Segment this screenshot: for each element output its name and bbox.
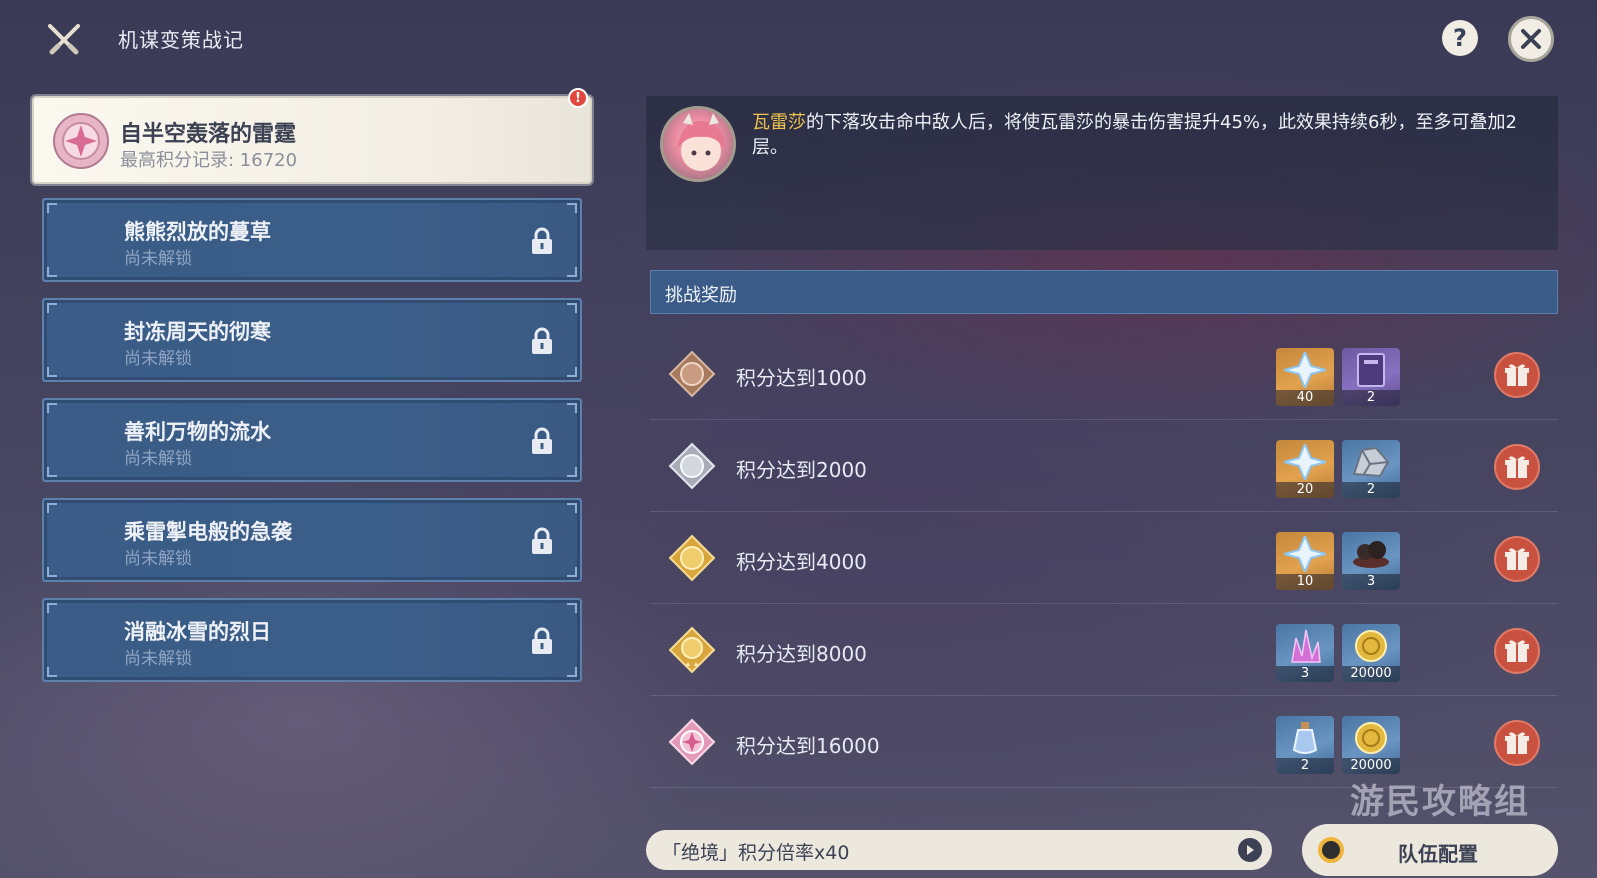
event-crossed-swords-icon — [44, 20, 84, 60]
stage-emblem-icon — [53, 113, 109, 169]
reward-row: 积分达到2000 20 2 — [650, 420, 1558, 512]
ring-icon — [1318, 837, 1344, 863]
character-name: 瓦雷莎 — [752, 112, 806, 133]
mora-icon — [1355, 630, 1387, 662]
reward-item[interactable]: 20 — [1276, 440, 1334, 498]
item-quantity: 40 — [1276, 390, 1334, 406]
tier-label: 积分达到4000 — [736, 550, 867, 574]
lock-icon — [532, 527, 552, 554]
close-button[interactable] — [1508, 16, 1554, 62]
tier-label: 积分达到16000 — [736, 734, 880, 758]
lock-icon — [532, 627, 552, 654]
help-button[interactable]: ? — [1442, 20, 1478, 56]
gift-icon — [1505, 732, 1529, 754]
gift-icon — [1505, 640, 1529, 662]
gift-icon — [1505, 456, 1529, 478]
stage-name: 封冻周天的彻寒 — [124, 320, 271, 344]
stage-status: 尚未解锁 — [124, 649, 192, 669]
alert-badge: ! — [568, 88, 588, 108]
team-setup-button[interactable]: 队伍配置 — [1302, 824, 1558, 876]
reward-item[interactable]: 3 — [1276, 624, 1334, 682]
claim-gift-button[interactable] — [1494, 720, 1540, 766]
claim-gift-button[interactable] — [1494, 444, 1540, 490]
tier-label: 积分达到8000 — [736, 642, 867, 666]
primogem-icon — [1284, 352, 1326, 388]
reward-item[interactable]: 20000 — [1342, 716, 1400, 774]
stage-item-6[interactable]: 消融冰雪的烈日 尚未解锁 — [42, 598, 582, 682]
claim-gift-button[interactable] — [1494, 536, 1540, 582]
potion-icon — [1292, 722, 1318, 754]
buff-text: 瓦雷莎的下落攻击命中敌人后，将使瓦雷莎的暴击伤害提升45%，此效果持续6秒，至多… — [752, 110, 1542, 160]
close-icon — [1521, 29, 1541, 49]
item-quantity: 20000 — [1342, 666, 1400, 682]
character-avatar — [660, 106, 736, 182]
gold-medal-icon — [668, 534, 716, 582]
rewards-header: 挑战奖励 — [650, 270, 1558, 314]
page-title: 机谋变策战记 — [118, 28, 244, 52]
reward-item[interactable]: 2 — [1342, 440, 1400, 498]
reward-row: 积分达到4000 10 3 — [650, 512, 1558, 604]
tier-label: 积分达到1000 — [736, 366, 867, 390]
stage-name: 自半空轰落的雷霆 — [120, 122, 297, 147]
reward-item[interactable]: 40 — [1276, 348, 1334, 406]
gift-icon — [1505, 364, 1529, 386]
book-icon — [1357, 353, 1385, 387]
item-quantity: 3 — [1276, 666, 1334, 682]
team-setup-label: 队伍配置 — [1398, 842, 1478, 866]
reward-row: 积分达到1000 40 2 — [650, 328, 1558, 420]
stage-item-5[interactable]: 乘雷掣电般的急袭 尚未解锁 — [42, 498, 582, 582]
item-quantity: 10 — [1276, 574, 1334, 590]
item-quantity: 20 — [1276, 482, 1334, 498]
tier-label: 积分达到2000 — [736, 458, 867, 482]
multiplier-label: 「绝境」积分倍率x40 — [662, 842, 850, 864]
item-quantity: 2 — [1342, 482, 1400, 498]
rewards-header-label: 挑战奖励 — [665, 285, 737, 306]
material-icon — [1353, 541, 1389, 568]
stage-best-score: 最高积分记录: 16720 — [120, 150, 298, 171]
ore-icon — [1352, 446, 1390, 478]
claim-gift-button[interactable] — [1494, 628, 1540, 674]
help-icon: ? — [1453, 24, 1467, 52]
stage-name: 乘雷掣电般的急袭 — [124, 520, 292, 544]
score-multiplier-selector[interactable]: 「绝境」积分倍率x40 — [646, 830, 1272, 870]
stage-name: 善利万物的流水 — [124, 420, 271, 444]
crystal-icon — [1291, 629, 1321, 663]
reward-row: 积分达到8000 3 20000 — [650, 604, 1558, 696]
stage-status: 尚未解锁 — [124, 349, 192, 369]
item-quantity: 2 — [1276, 758, 1334, 774]
stage-item-3[interactable]: 封冻周天的彻寒 尚未解锁 — [42, 298, 582, 382]
stage-status: 尚未解锁 — [124, 249, 192, 269]
item-quantity: 3 — [1342, 574, 1400, 590]
reward-item[interactable]: 10 — [1276, 532, 1334, 590]
lock-icon — [532, 427, 552, 454]
lock-icon — [532, 227, 552, 254]
reward-item[interactable]: 20000 — [1342, 624, 1400, 682]
watermark: 游民攻略组 — [1350, 782, 1530, 822]
stage-name: 消融冰雪的烈日 — [124, 620, 271, 644]
reward-item[interactable]: 2 — [1276, 716, 1334, 774]
pink-medal-icon — [668, 718, 716, 766]
reward-item[interactable]: 2 — [1342, 348, 1400, 406]
bronze-medal-icon — [668, 350, 716, 398]
mora-icon — [1355, 722, 1387, 754]
item-quantity: 20000 — [1342, 758, 1400, 774]
gift-icon — [1505, 548, 1529, 570]
stage-item-2[interactable]: 熊熊烈放的蔓草 尚未解锁 — [42, 198, 582, 282]
stage-status: 尚未解锁 — [124, 449, 192, 469]
stage-item-active[interactable]: 自半空轰落的雷霆 最高积分记录: 16720 ! — [32, 88, 592, 184]
primogem-icon — [1284, 536, 1326, 572]
buff-description: 的下落攻击命中敌人后，将使瓦雷莎的暴击伤害提升45%，此效果持续6秒，至多可叠加… — [752, 112, 1517, 158]
gold-star-medal-icon — [668, 626, 716, 674]
silver-medal-icon — [668, 442, 716, 490]
lock-icon — [532, 327, 552, 354]
buff-description-panel: 瓦雷莎的下落攻击命中敌人后，将使瓦雷莎的暴击伤害提升45%，此效果持续6秒，至多… — [646, 96, 1558, 250]
arrow-right-icon — [1238, 838, 1262, 862]
stage-status: 尚未解锁 — [124, 549, 192, 569]
primogem-icon — [1284, 444, 1326, 480]
stage-name: 熊熊烈放的蔓草 — [124, 220, 271, 244]
claim-gift-button[interactable] — [1494, 352, 1540, 398]
item-quantity: 2 — [1342, 390, 1400, 406]
reward-item[interactable]: 3 — [1342, 532, 1400, 590]
stage-item-4[interactable]: 善利万物的流水 尚未解锁 — [42, 398, 582, 482]
